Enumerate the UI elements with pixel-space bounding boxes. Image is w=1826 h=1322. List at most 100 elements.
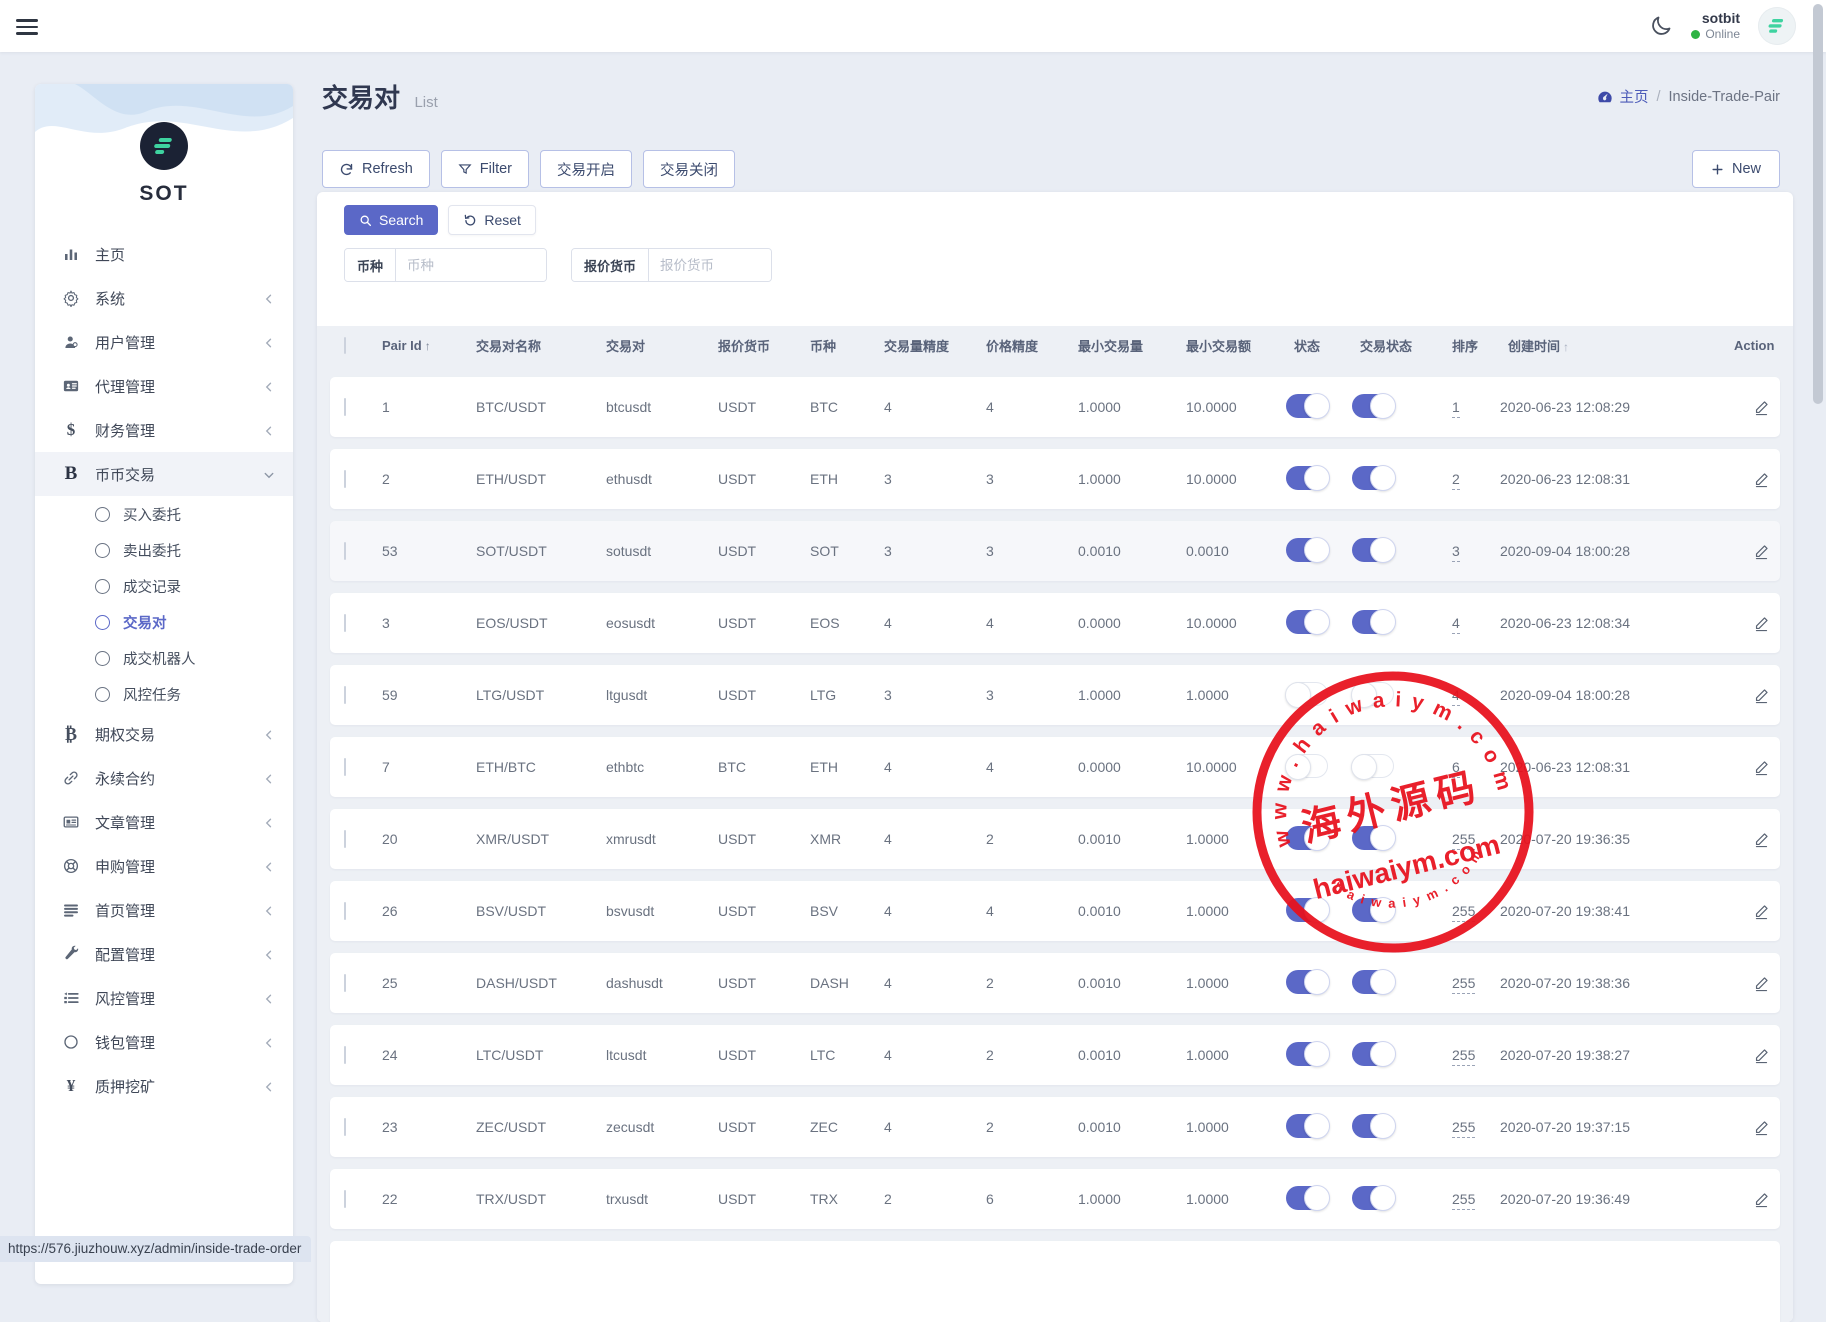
quote-filter-input[interactable] xyxy=(649,249,771,281)
trade-status-toggle[interactable] xyxy=(1352,394,1394,418)
status-toggle[interactable] xyxy=(1286,898,1328,922)
dark-mode-icon[interactable] xyxy=(1649,14,1673,38)
avatar[interactable] xyxy=(1758,7,1796,45)
trade-close-button[interactable]: 交易关闭 xyxy=(643,150,735,188)
row-checkbox[interactable] xyxy=(344,830,346,848)
edit-button[interactable] xyxy=(1748,1186,1774,1212)
status-toggle[interactable] xyxy=(1286,1114,1328,1138)
filter-button[interactable]: Filter xyxy=(441,150,529,188)
row-checkbox[interactable] xyxy=(344,1118,346,1136)
row-checkbox[interactable] xyxy=(344,614,346,632)
refresh-button[interactable]: Refresh xyxy=(322,150,430,188)
row-checkbox[interactable] xyxy=(344,470,346,488)
edit-button[interactable] xyxy=(1748,466,1774,492)
sort-value-link[interactable]: 255 xyxy=(1452,975,1475,994)
status-toggle[interactable] xyxy=(1286,754,1328,778)
edit-button[interactable] xyxy=(1748,1114,1774,1140)
status-toggle[interactable] xyxy=(1286,1042,1328,1066)
sort-value-link[interactable]: 2 xyxy=(1452,471,1460,490)
sort-value-link[interactable]: 4 xyxy=(1452,687,1460,706)
trade-status-toggle[interactable] xyxy=(1352,466,1394,490)
sidebar-item-风控管理[interactable]: 风控管理 xyxy=(35,976,293,1020)
sidebar-item-用户管理[interactable]: 用户管理 xyxy=(35,320,293,364)
sidebar-subitem-买入委托[interactable]: 买入委托 xyxy=(35,496,293,532)
sidebar-item-钱包管理[interactable]: 钱包管理 xyxy=(35,1020,293,1064)
row-checkbox[interactable] xyxy=(344,974,346,992)
column-header[interactable]: 创建时间↑ xyxy=(1500,336,1726,355)
edit-button[interactable] xyxy=(1748,826,1774,852)
sidebar-item-申购管理[interactable]: 申购管理 xyxy=(35,844,293,888)
sidebar-subitem-交易对[interactable]: 交易对 xyxy=(35,604,293,640)
scrollbar[interactable] xyxy=(1812,0,1823,1264)
status-toggle[interactable] xyxy=(1286,538,1328,562)
coin-filter-input[interactable] xyxy=(396,249,546,281)
row-checkbox[interactable] xyxy=(344,758,346,776)
user-block[interactable]: sotbit Online xyxy=(1691,10,1740,43)
trade-status-toggle[interactable] xyxy=(1352,826,1394,850)
trade-status-toggle[interactable] xyxy=(1352,970,1394,994)
trade-open-button[interactable]: 交易开启 xyxy=(540,150,632,188)
trade-status-toggle[interactable] xyxy=(1352,610,1394,634)
sort-value-link[interactable]: 255 xyxy=(1452,831,1475,850)
trade-status-toggle[interactable] xyxy=(1352,538,1394,562)
edit-button[interactable] xyxy=(1748,1042,1774,1068)
sidebar-item-首页管理[interactable]: 首页管理 xyxy=(35,888,293,932)
sort-value-link[interactable]: 6 xyxy=(1452,759,1460,778)
edit-button[interactable] xyxy=(1748,754,1774,780)
search-button[interactable]: Search xyxy=(344,205,438,235)
trade-status-toggle[interactable] xyxy=(1352,754,1394,778)
sort-value-link[interactable]: 3 xyxy=(1452,543,1460,562)
sidebar-subitem-成交记录[interactable]: 成交记录 xyxy=(35,568,293,604)
row-checkbox[interactable] xyxy=(344,1190,346,1208)
row-checkbox[interactable] xyxy=(344,902,346,920)
menu-toggle-icon[interactable] xyxy=(16,15,38,37)
sort-value-link[interactable]: 255 xyxy=(1452,1191,1475,1210)
sidebar-item-财务管理[interactable]: $ 财务管理 xyxy=(35,408,293,452)
edit-button[interactable] xyxy=(1748,970,1774,996)
breadcrumb-home-link[interactable]: 主页 xyxy=(1597,86,1648,107)
sidebar-item-期权交易[interactable]: ₿ 期权交易 xyxy=(35,712,293,756)
status-toggle[interactable] xyxy=(1286,466,1328,490)
status-toggle[interactable] xyxy=(1286,610,1328,634)
sort-value-link[interactable]: 255 xyxy=(1452,1119,1475,1138)
edit-button[interactable] xyxy=(1748,610,1774,636)
sort-value-link[interactable]: 255 xyxy=(1452,1047,1475,1066)
sidebar-subitem-卖出委托[interactable]: 卖出委托 xyxy=(35,532,293,568)
trade-status-toggle[interactable] xyxy=(1352,1186,1394,1210)
new-button[interactable]: New xyxy=(1692,150,1780,188)
sidebar-item-文章管理[interactable]: 文章管理 xyxy=(35,800,293,844)
sort-value-link[interactable]: 255 xyxy=(1452,903,1475,922)
status-toggle[interactable] xyxy=(1286,394,1328,418)
sidebar-subitem-风控任务[interactable]: 风控任务 xyxy=(35,676,293,712)
scrollbar-thumb[interactable] xyxy=(1813,4,1823,404)
sidebar-item-配置管理[interactable]: 配置管理 xyxy=(35,932,293,976)
sort-value-link[interactable]: 1 xyxy=(1452,399,1460,418)
sidebar-item-系统[interactable]: 系统 xyxy=(35,276,293,320)
edit-button[interactable] xyxy=(1748,538,1774,564)
status-toggle[interactable] xyxy=(1286,682,1328,706)
trade-status-toggle[interactable] xyxy=(1352,1042,1394,1066)
select-all-checkbox[interactable] xyxy=(344,337,346,354)
status-toggle[interactable] xyxy=(1286,970,1328,994)
sidebar-subitem-成交机器人[interactable]: 成交机器人 xyxy=(35,640,293,676)
row-checkbox[interactable] xyxy=(344,542,346,560)
sort-value-link[interactable]: 4 xyxy=(1452,615,1460,634)
sidebar-item-质押挖矿[interactable]: ¥ 质押挖矿 xyxy=(35,1064,293,1108)
row-checkbox[interactable] xyxy=(344,398,346,416)
sidebar-item-永续合约[interactable]: 永续合约 xyxy=(35,756,293,800)
edit-button[interactable] xyxy=(1748,898,1774,924)
row-checkbox[interactable] xyxy=(344,1046,346,1064)
row-checkbox[interactable] xyxy=(344,686,346,704)
trade-status-toggle[interactable] xyxy=(1352,1114,1394,1138)
sidebar-item-代理管理[interactable]: 代理管理 xyxy=(35,364,293,408)
sidebar-item-主页[interactable]: 主页 xyxy=(35,232,293,276)
reset-button[interactable]: Reset xyxy=(448,205,536,235)
column-header[interactable]: Pair Id↑ xyxy=(374,338,468,353)
edit-button[interactable] xyxy=(1748,394,1774,420)
trade-status-toggle[interactable] xyxy=(1352,898,1394,922)
edit-button[interactable] xyxy=(1748,682,1774,708)
trade-status-toggle[interactable] xyxy=(1352,682,1394,706)
status-toggle[interactable] xyxy=(1286,1186,1328,1210)
sidebar-item-币币交易[interactable]: B 币币交易 xyxy=(35,452,293,496)
status-toggle[interactable] xyxy=(1286,826,1328,850)
